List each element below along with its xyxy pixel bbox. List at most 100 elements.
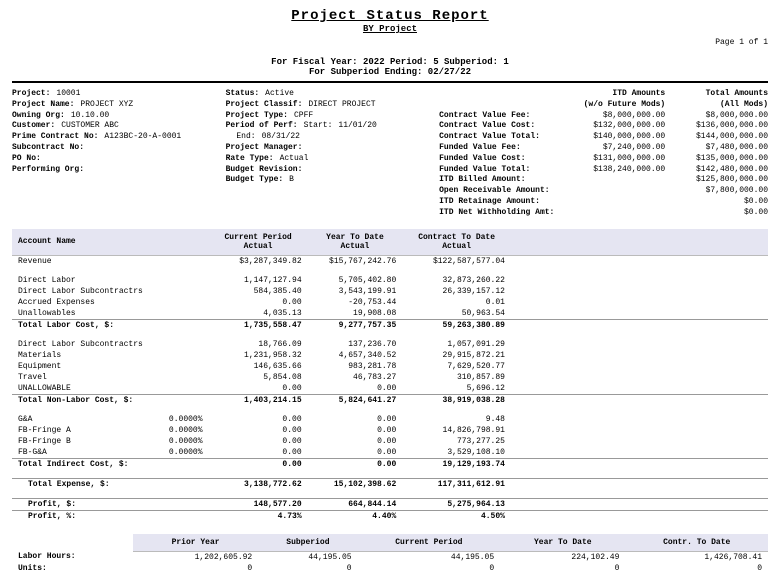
label-po-no: PO No: xyxy=(12,154,41,165)
fiscal-line-1: For Fiscal Year: 2022 Period: 5 Subperio… xyxy=(12,57,768,67)
label-pm: Project Manager: xyxy=(226,143,303,154)
label-subcontract: Subcontract No: xyxy=(12,143,84,154)
amt-c2-2: $144,000,000.00 xyxy=(665,132,768,143)
row-unallowables: Unallowables4,035.1319,908.0850,963.54 xyxy=(12,308,768,320)
amt-c1-1: $132,000,000.00 xyxy=(562,121,665,132)
val-project-name: PROJECT XYZ xyxy=(74,100,133,111)
label-budget-rev: Budget Revision: xyxy=(226,165,303,176)
val-pop-start: 11/01/20 xyxy=(332,121,376,132)
amt-c1-5: $138,240,000.00 xyxy=(562,165,665,176)
label-prime-contract: Prime Contract No: xyxy=(12,132,98,143)
amt-c1-3: $7,240,000.00 xyxy=(562,143,665,154)
status-info-col: Status:Active Project Classif:DIRECT PRO… xyxy=(226,89,432,219)
row-ga: G&A0.0000%0.000.009.48 xyxy=(12,414,768,425)
report-title: Project Status Report xyxy=(12,8,768,24)
label-classif: Project Classif: xyxy=(226,100,303,111)
label-rate-type: Rate Type: xyxy=(226,154,274,165)
amt-label-8: ITD Retainage Amount: xyxy=(439,197,562,208)
row-units: Units: 0 0 0 0 0 xyxy=(12,563,768,574)
row-fb-ga: FB-G&A0.0000%0.000.003,529,108.10 xyxy=(12,447,768,459)
label-performing-org: Performing Org: xyxy=(12,165,84,176)
row-nl-subs: Direct Labor Subcontractrs18,766.09137,2… xyxy=(12,339,768,350)
amounts-head-total: Total Amounts xyxy=(665,89,768,100)
row-profit-dollar: Profit, $:148,577.20664,844.145,275,964.… xyxy=(12,498,768,510)
account-table: Account Name Current Period Actual Year … xyxy=(12,229,768,522)
sum-col-sub: Subperiod xyxy=(258,534,357,552)
val-proj-type: CPFF xyxy=(288,111,313,122)
label-pop-start: Start: xyxy=(298,121,333,132)
row-total-nonlabor: Total Non-Labor Cost, $:1,403,214.155,82… xyxy=(12,394,768,406)
amt-label-5: Funded Value Total: xyxy=(439,165,562,176)
row-dl-subs: Direct Labor Subcontractrs584,385.403,54… xyxy=(12,286,768,297)
row-total-expense: Total Expense, $:3,138,772.6215,102,398.… xyxy=(12,478,768,490)
divider xyxy=(12,81,768,83)
amounts-head-itd-sub: (w/o Future Mods) xyxy=(562,100,665,111)
amt-c1-0: $8,000,000.00 xyxy=(562,111,665,122)
amt-label-7: Open Receivable Amount: xyxy=(439,186,562,197)
label-project-name: Project Name: xyxy=(12,100,74,111)
label-owning-org: Owning Org: xyxy=(12,111,65,122)
row-fringe-b: FB-Fringe B0.0000%0.000.00773,277.25 xyxy=(12,436,768,447)
amt-label-1: Contract Value Cost: xyxy=(439,121,562,132)
label-pop: Period of Perf: xyxy=(226,121,298,132)
amt-c2-3: $7,480,000.00 xyxy=(665,143,768,154)
page-number: Page 1 of 1 xyxy=(12,38,768,47)
col-ctd: Contract To Date Actual xyxy=(402,229,511,256)
sum-col-ctd: Contr. To Date xyxy=(625,534,768,552)
val-pop-end: 08/31/22 xyxy=(256,132,300,143)
val-classif: DIRECT PROJECT xyxy=(302,100,375,111)
project-info-col: Project:10001 Project Name:PROJECT XYZ O… xyxy=(12,89,218,219)
amt-c1-8 xyxy=(562,197,665,208)
amounts-head-blank xyxy=(439,89,562,100)
sum-col-prior: Prior Year xyxy=(133,534,258,552)
row-fringe-a: FB-Fringe A0.0000%0.000.0014,826,798.91 xyxy=(12,425,768,436)
sum-col-cur: Current Period xyxy=(358,534,501,552)
amounts-col: ITD Amounts Total Amounts (w/o Future Mo… xyxy=(439,89,768,219)
label-project: Project: xyxy=(12,89,50,100)
val-status: Active xyxy=(259,89,294,100)
val-budget-type: B xyxy=(283,175,294,186)
amt-label-0: Contract Value Fee: xyxy=(439,111,562,122)
row-accrued: Accrued Expenses0.00-20,753.440.01 xyxy=(12,297,768,308)
label-budget-type: Budget Type: xyxy=(226,175,284,186)
row-labor-hours: Labor Hours: 1,202,605.92 44,195.05 44,1… xyxy=(12,551,768,563)
amt-label-2: Contract Value Total: xyxy=(439,132,562,143)
row-profit-pct: Profit, %:4.73%4.40%4.50% xyxy=(12,510,768,522)
amt-c2-0: $8,000,000.00 xyxy=(665,111,768,122)
row-materials: Materials1,231,958.324,657,340.5229,915,… xyxy=(12,350,768,361)
amt-c1-9 xyxy=(562,208,665,219)
amt-c2-5: $142,480,000.00 xyxy=(665,165,768,176)
amounts-head-total-sub: (All Mods) xyxy=(665,100,768,111)
row-revenue: Revenue$3,287,349.82$15,767,242.76$122,5… xyxy=(12,255,768,267)
row-unallowable2: UNALLOWABLE0.000.005,696.12 xyxy=(12,383,768,395)
val-project: 10001 xyxy=(50,89,80,100)
amt-label-9: ITD Net Withholding Amt: xyxy=(439,208,562,219)
amt-c2-1: $136,000,000.00 xyxy=(665,121,768,132)
label-pop-end: End: xyxy=(230,132,255,143)
row-equipment: Equipment146,635.66983,281.787,629,520.7… xyxy=(12,361,768,372)
amt-label-3: Funded Value Fee: xyxy=(439,143,562,154)
col-current: Current Period Actual xyxy=(209,229,308,256)
amt-label-4: Funded Value Cost: xyxy=(439,154,562,165)
val-budget-rev xyxy=(302,165,308,176)
sum-blank xyxy=(12,534,133,552)
col-account: Account Name xyxy=(12,229,209,256)
amt-c2-8: $0.00 xyxy=(665,197,768,208)
fiscal-line-2: For Subperiod Ending: 02/27/22 xyxy=(12,67,768,77)
val-prime-contract: A123BC-20-A-0001 xyxy=(98,132,181,143)
amt-c2-9: $0.00 xyxy=(665,208,768,219)
amt-c2-6: $125,800,000.00 xyxy=(665,175,768,186)
amounts-head-itd: ITD Amounts xyxy=(562,89,665,100)
val-owning-org: 10.10.00 xyxy=(65,111,109,122)
summary-table: Prior Year Subperiod Current Period Year… xyxy=(12,534,768,574)
amt-c1-2: $140,000,000.00 xyxy=(562,132,665,143)
amt-c1-7 xyxy=(562,186,665,197)
sum-col-ytd: Year To Date xyxy=(500,534,625,552)
val-pm xyxy=(302,143,308,154)
label-proj-type: Project Type: xyxy=(226,111,288,122)
header-grid: Project:10001 Project Name:PROJECT XYZ O… xyxy=(12,89,768,219)
amt-c1-6 xyxy=(562,175,665,186)
col-ytd: Year To Date Actual xyxy=(308,229,403,256)
amt-label-6: ITD Billed Amount: xyxy=(439,175,562,186)
amt-c2-7: $7,800,000.00 xyxy=(665,186,768,197)
